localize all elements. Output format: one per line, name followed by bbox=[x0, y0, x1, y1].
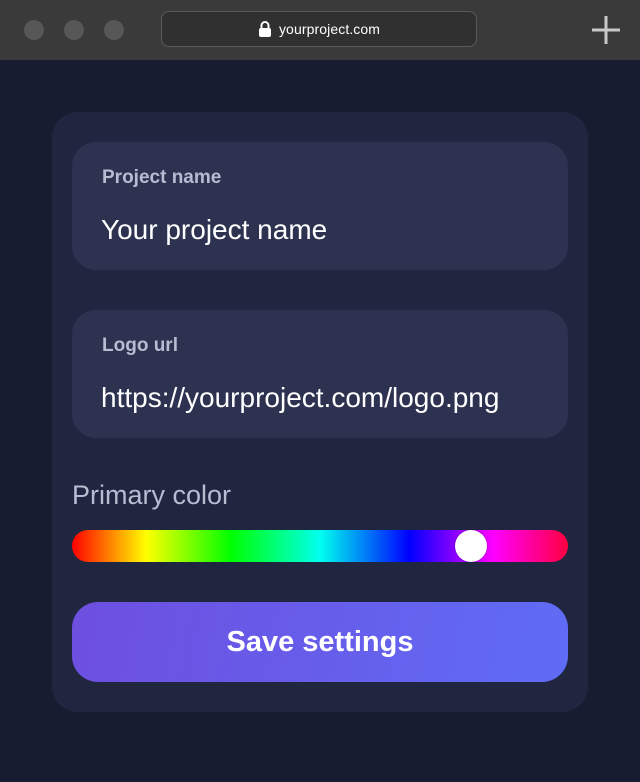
logo-url-label: Logo url bbox=[102, 335, 178, 356]
primary-color-slider[interactable] bbox=[72, 530, 568, 562]
project-name-label: Project name bbox=[102, 167, 222, 188]
save-settings-button[interactable]: Save settings bbox=[72, 602, 568, 682]
plus-icon[interactable] bbox=[590, 14, 622, 46]
browser-toolbar: yourproject.com bbox=[0, 0, 640, 60]
logo-url-input[interactable]: https://yourproject.com/logo.png bbox=[101, 382, 499, 414]
address-url: yourproject.com bbox=[278, 21, 381, 37]
window-maximize-dot[interactable] bbox=[104, 20, 124, 40]
settings-card: Project name Your project name Logo url … bbox=[52, 112, 588, 712]
project-name-field[interactable]: Project name Your project name bbox=[72, 142, 568, 270]
primary-color-label: Primary color bbox=[72, 480, 232, 510]
window-close-dot[interactable] bbox=[24, 20, 44, 40]
lock-icon bbox=[258, 21, 272, 37]
address-bar[interactable]: yourproject.com bbox=[161, 11, 477, 47]
window-minimize-dot[interactable] bbox=[64, 20, 84, 40]
project-name-input[interactable]: Your project name bbox=[101, 214, 327, 246]
primary-color-slider-thumb[interactable] bbox=[455, 530, 488, 562]
logo-url-field[interactable]: Logo url https://yourproject.com/logo.pn… bbox=[72, 310, 568, 438]
